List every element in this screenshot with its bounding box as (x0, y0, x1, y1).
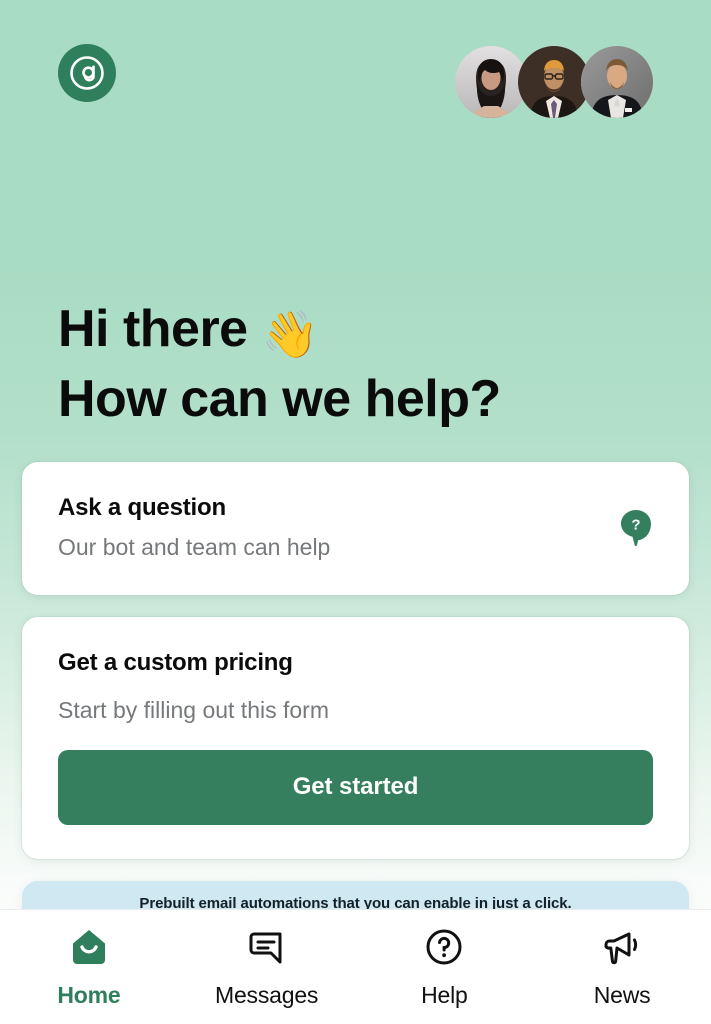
home-icon (68, 926, 110, 968)
message-bubble-icon (246, 926, 288, 968)
nav-item-home[interactable]: Home (0, 910, 178, 1024)
nav-label-messages: Messages (215, 981, 319, 1008)
ask-a-question-card[interactable]: Ask a question Our bot and team can help… (22, 462, 689, 595)
bottom-navigation-bar: Home Messages Help News (0, 909, 711, 1024)
app-header (0, 0, 711, 160)
nav-item-help[interactable]: Help (356, 910, 534, 1024)
nav-label-help: Help (421, 981, 468, 1008)
avatar[interactable] (455, 46, 527, 118)
greeting-line-1: Hi there 👋 (58, 295, 658, 365)
greeting-text-1: Hi there (58, 300, 248, 358)
greeting-line-2: How can we help? (58, 370, 501, 429)
nav-label-news: News (593, 981, 651, 1008)
avatar[interactable] (518, 46, 590, 118)
get-started-button[interactable]: Get started (58, 750, 653, 825)
avatar[interactable] (581, 46, 653, 118)
custom-pricing-card: Get a custom pricing Start by filling ou… (22, 617, 689, 859)
waving-hand-icon: 👋 (261, 308, 319, 360)
greeting-block: Hi there 👋 How can we help? (58, 295, 658, 434)
nav-item-messages[interactable]: Messages (178, 910, 356, 1024)
card-subtitle: Start by filling out this form (58, 697, 329, 723)
question-bubble-icon: ? (619, 508, 653, 548)
nav-label-home: Home (57, 981, 121, 1008)
at-email-logo-icon[interactable] (58, 44, 116, 102)
card-subtitle: Our bot and team can help (58, 534, 331, 560)
card-title: Ask a question (58, 494, 226, 521)
question-circle-icon (423, 926, 465, 968)
messenger-home-screen: Hi there 👋 How can we help? Ask a questi… (0, 0, 711, 1024)
svg-text:?: ? (631, 516, 640, 533)
nav-item-news[interactable]: News (533, 910, 711, 1024)
megaphone-icon (601, 926, 643, 968)
card-title: Get a custom pricing (58, 649, 293, 676)
team-avatar-group[interactable] (455, 44, 653, 118)
